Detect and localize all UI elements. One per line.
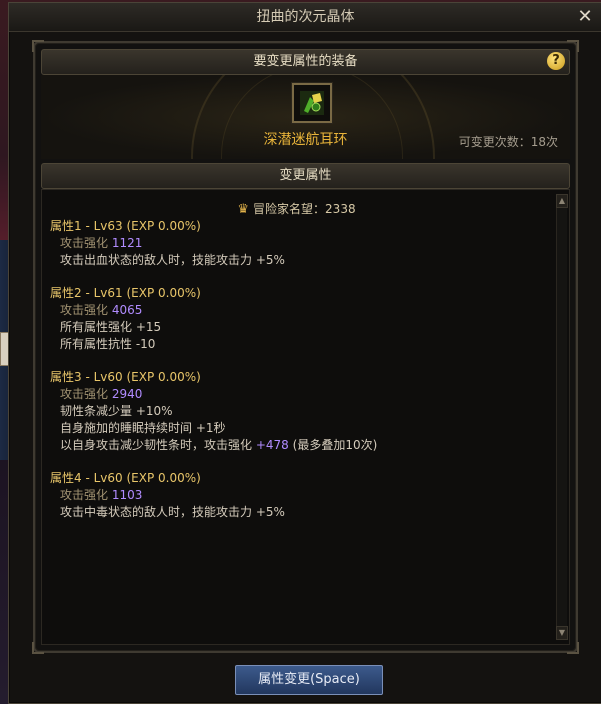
help-icon[interactable]: ? [547,52,565,70]
change-count: 可变更次数：18次 [458,135,558,149]
reputation-text: 冒险家名望：2338 [253,202,356,216]
attr-section-header: 变更属性 [41,163,570,189]
attack-boost-label: 攻击强化 [60,387,109,401]
attack-boost-value: 1121 [111,236,143,250]
attack-boost-line: 攻击强化 2940 [50,386,545,403]
attribute-block: 属性4 - Lv60 (EXP 0.00%) 攻击强化 1103 攻击中毒状态的… [50,470,545,521]
scroll-down-icon[interactable]: ▼ [556,626,568,640]
attribute-effect: 韧性条减少量 +10% [60,404,173,418]
attack-boost-value: 1103 [111,488,143,502]
equipment-slot[interactable] [292,83,332,123]
dialog-title: 扭曲的次元晶体 [256,9,355,25]
scrollbar-track[interactable] [556,194,567,640]
attribute-block: 属性1 - Lv63 (EXP 0.00%) 攻击强化 1121 攻击出血状态的… [50,218,545,269]
equip-display: 深潜迷航耳环 可变更次数：18次 [41,75,570,159]
equip-section-header: 要变更属性的装备 ? [41,49,570,75]
attribute-list-panel: ▲ ▼ ♛ 冒险家名望：2338 属性1 - Lv63 (EXP 0.00%) 攻… [41,189,570,645]
attribute-title: 属性3 - Lv60 (EXP 0.00%) [50,370,201,384]
attribute-effect: 攻击出血状态的敌人时，技能攻击力 +5% [60,253,285,267]
attack-boost-line: 攻击强化 1121 [50,235,545,252]
earring-icon [300,91,324,115]
stacking-suffix: (最多叠加10次) [292,438,378,452]
attribute-title: 属性1 - Lv63 (EXP 0.00%) [50,219,201,233]
attack-boost-value: 4065 [111,303,143,317]
attribute-blocks: 属性1 - Lv63 (EXP 0.00%) 攻击强化 1121 攻击出血状态的… [50,218,545,537]
attack-boost-line: 攻击强化 1103 [50,487,545,504]
crystal-dialog: 扭曲的次元晶体 ✕ 要变更属性的装备 ? 深潜迷航耳环 可变更次数：18次 变更… [8,2,601,704]
adventurer-reputation: ♛ 冒险家名望：2338 [42,200,551,217]
attribute-title: 属性2 - Lv61 (EXP 0.00%) [50,286,201,300]
attribute-effect: 所有属性强化 +15 [60,320,162,334]
attack-boost-value: 2940 [111,387,143,401]
close-icon[interactable]: ✕ [576,8,594,26]
attribute-block: 属性2 - Lv61 (EXP 0.00%) 攻击强化 4065 所有属性强化 … [50,285,545,353]
stacking-prefix: 以自身攻击减少韧性条时，攻击强化 [60,438,253,452]
attack-boost-line: 攻击强化 4065 [50,302,545,319]
dialog-titlebar: 扭曲的次元晶体 ✕ [9,3,601,32]
equip-section-title: 要变更属性的装备 [253,54,358,69]
attribute-effect-stacking: 以自身攻击减少韧性条时，攻击强化 +478 (最多叠加10次) [50,437,545,454]
attribute-effect: 自身施加的睡眠持续时间 +1秒 [60,421,226,435]
attribute-effect: 所有属性抗性 -10 [60,337,156,351]
attribute-effect: 攻击中毒状态的敌人时，技能攻击力 +5% [60,505,285,519]
attack-boost-label: 攻击强化 [60,488,109,502]
scroll-up-icon[interactable]: ▲ [556,194,568,208]
crown-icon: ♛ [237,202,250,217]
dialog-frame: 要变更属性的装备 ? 深潜迷航耳环 可变更次数：18次 变更属性 ▲ ▼ ♛ 冒… [32,40,579,654]
attribute-block: 属性3 - Lv60 (EXP 0.00%) 攻击强化 2940 韧性条减少量 … [50,369,545,454]
attribute-title: 属性4 - Lv60 (EXP 0.00%) [50,471,201,485]
stacking-value: +478 [255,438,289,452]
attr-section-title: 变更属性 [279,168,332,183]
attack-boost-label: 攻击强化 [60,303,109,317]
attack-boost-label: 攻击强化 [60,236,109,250]
change-attribute-button[interactable]: 属性变更(Space) [235,665,383,695]
